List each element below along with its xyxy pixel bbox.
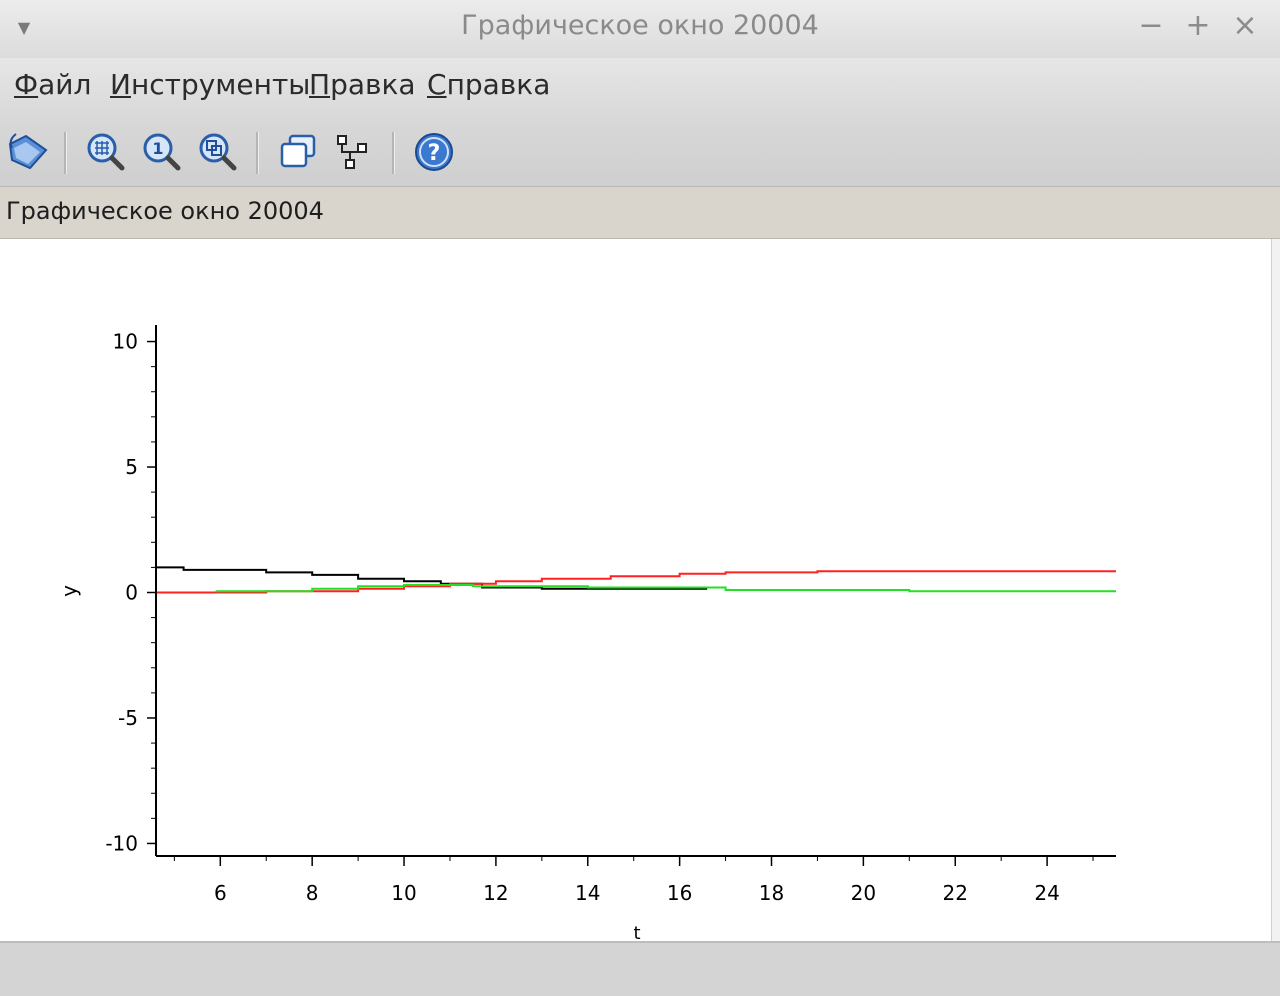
- window-right-edge: [1271, 239, 1280, 941]
- menu-edit-mnemonic: П: [309, 68, 331, 101]
- y-tick-label: 0: [125, 581, 138, 605]
- help-button[interactable]: ?: [412, 130, 456, 174]
- x-tick-label: 18: [759, 881, 784, 905]
- zoom-area-icon: [199, 133, 237, 171]
- zoom-one-button[interactable]: 1: [140, 130, 184, 174]
- toolbar: 1 ?: [0, 118, 1280, 187]
- maximize-button[interactable]: +: [1180, 8, 1216, 44]
- menu-tools-mnemonic: И: [110, 68, 131, 101]
- x-tick-label: 20: [851, 881, 876, 905]
- close-button[interactable]: ×: [1227, 8, 1263, 44]
- info-bar-text: Графическое окно 20004: [6, 197, 324, 225]
- rotate-button[interactable]: [6, 130, 50, 174]
- menu-file[interactable]: Файл: [14, 68, 91, 101]
- svg-text:?: ?: [428, 141, 441, 166]
- x-tick-label: 22: [943, 881, 968, 905]
- y-tick-label: 5: [125, 455, 138, 479]
- x-tick-label: 10: [391, 881, 416, 905]
- menu-file-label: айл: [38, 68, 92, 101]
- x-tick-label: 14: [575, 881, 600, 905]
- status-bar: [0, 941, 1280, 996]
- zoom-grid-button[interactable]: [84, 130, 128, 174]
- menu-file-mnemonic: Ф: [14, 68, 39, 101]
- windows-button[interactable]: [276, 130, 320, 174]
- axes-layer: 10 5 0 -5 -10 6 8 10 12 14 16 18 20 22 24: [105, 325, 1116, 905]
- x-tick-label: 8: [306, 881, 319, 905]
- zoom-one-icon: 1: [143, 133, 181, 171]
- x-axis-label: t: [633, 923, 640, 941]
- toolbar-separator: [64, 132, 67, 174]
- plot-svg: 10 5 0 -5 -10 6 8 10 12 14 16 18 20 22 24 y t: [57, 325, 1116, 944]
- zoom-grid-icon: [87, 133, 125, 171]
- window-title: Графическое окно 20004: [461, 10, 819, 41]
- help-icon: ?: [415, 133, 453, 171]
- series-layer: [156, 566, 1116, 594]
- menu-bar: Файл Инструменты Правка Справка: [0, 58, 1280, 118]
- menu-edit-label: равка: [330, 68, 416, 101]
- menu-tools-label: нструменты: [130, 68, 311, 101]
- plot-canvas[interactable]: 10 5 0 -5 -10 6 8 10 12 14 16 18 20 22 24 y t: [0, 239, 1272, 944]
- svg-text:1: 1: [152, 139, 163, 158]
- menu-edit[interactable]: Правка: [309, 68, 416, 101]
- windows-icon: [280, 134, 316, 168]
- menu-help-mnemonic: С: [427, 68, 447, 101]
- toolbar-separator: [256, 132, 259, 174]
- toolbar-separator: [392, 132, 395, 174]
- info-bar: Графическое окно 20004: [0, 187, 1280, 239]
- y-tick-label: -10: [105, 831, 138, 855]
- x-tick-label: 16: [667, 881, 692, 905]
- rotate-icon: [8, 133, 48, 170]
- y-axis-label: y: [57, 585, 81, 597]
- x-tick-label: 12: [483, 881, 508, 905]
- y-tick-label: 10: [113, 330, 138, 354]
- zoom-area-button[interactable]: [196, 130, 240, 174]
- datatip-button[interactable]: [332, 130, 376, 174]
- menu-help-label: правка: [446, 68, 551, 101]
- menu-tools[interactable]: Инструменты: [110, 68, 310, 101]
- menu-help[interactable]: Справка: [427, 68, 550, 101]
- x-tick-label: 6: [214, 881, 227, 905]
- minimize-button[interactable]: −: [1133, 8, 1169, 44]
- window-titlebar: ▼ Графическое окно 20004 − + ×: [0, 0, 1280, 58]
- x-tick-label: 24: [1034, 881, 1059, 905]
- datatip-icon: [337, 135, 367, 169]
- y-tick-label: -5: [118, 706, 138, 730]
